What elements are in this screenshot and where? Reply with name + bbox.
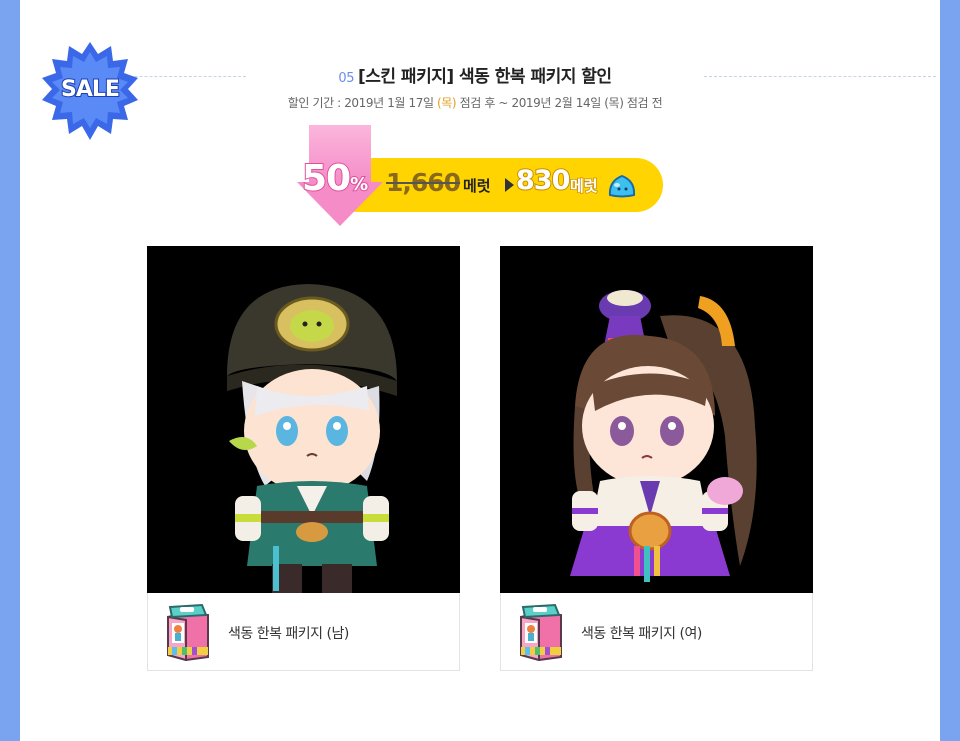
discount-symbol: % bbox=[349, 173, 369, 196]
product-card-female[interactable]: 색동 한복 패키지 (여) bbox=[500, 246, 813, 671]
product-card-male[interactable]: 색동 한복 패키지 (남) bbox=[147, 246, 460, 671]
event-title: 05 [스킨 패키지] 색동 한복 패키지 할인 bbox=[246, 62, 704, 87]
sale-price: 830 bbox=[515, 164, 571, 197]
period-suffix: 점검 후 ~ 2019년 2월 14일 (목) 점검 전 bbox=[456, 96, 663, 110]
event-number: 05 bbox=[338, 71, 354, 86]
character-image-female bbox=[500, 246, 813, 593]
period-prefix: 할인 기간 : 2019년 1월 17일 bbox=[287, 96, 438, 110]
discount-percent: 50% bbox=[301, 157, 369, 200]
right-arrow-icon bbox=[505, 178, 514, 192]
sale-price-unit: 메럿 bbox=[569, 176, 598, 196]
meret-slime-icon bbox=[607, 171, 637, 199]
product-name-female: 색동 한복 패키지 (여) bbox=[581, 626, 702, 642]
header-divider-right bbox=[704, 76, 936, 77]
sale-label: SALE bbox=[60, 76, 121, 103]
discount-number: 50 bbox=[301, 157, 352, 200]
sale-period: 할인 기간 : 2019년 1월 17일 (목) 점검 후 ~ 2019년 2월… bbox=[246, 94, 704, 111]
event-title-text: [스킨 패키지] 색동 한복 패키지 할인 bbox=[357, 67, 612, 87]
product-card-footer: 색동 한복 패키지 (남) bbox=[147, 593, 460, 671]
sale-badge: SALE bbox=[38, 40, 142, 144]
package-bag-icon bbox=[517, 603, 565, 661]
product-card-footer: 색동 한복 패키지 (여) bbox=[500, 593, 813, 671]
package-bag-icon bbox=[164, 603, 212, 661]
character-image-male bbox=[147, 246, 460, 593]
original-price: 1,660 bbox=[386, 168, 461, 197]
period-day-highlight: (목) bbox=[437, 96, 457, 110]
original-price-unit: 메럿 bbox=[463, 177, 491, 195]
product-name-male: 색동 한복 패키지 (남) bbox=[228, 626, 349, 642]
